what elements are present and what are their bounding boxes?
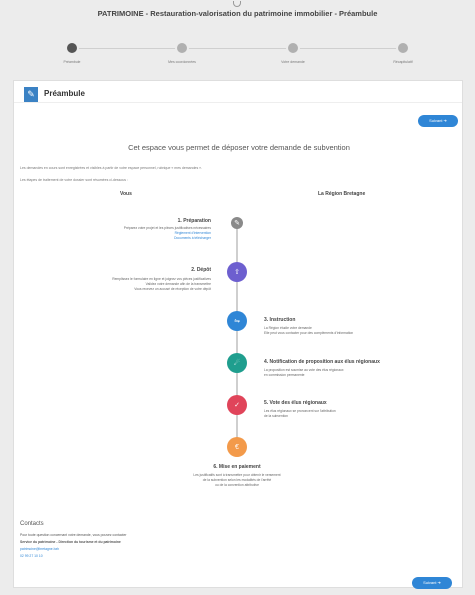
timeline-step-title: 4. Notification de proposition aux élus … [264,359,380,365]
contacts-service: Service du patrimoine - Direction du tou… [20,540,121,544]
contacts-email-link[interactable]: patrimoine@bretagne.bzh [20,547,59,551]
column-applicant: Vous [120,191,132,197]
page-top-marker [233,1,241,7]
vote-icon: ✓ [227,395,247,415]
step-dot [175,41,189,55]
step-label: Mes coordonnées [168,60,196,64]
timeline-step-title: 5. Vote des élus régionaux [264,400,327,406]
timeline-step-line: Vous recevez un accusé de réception de v… [134,287,211,291]
next-button-label: Suivant [423,580,437,585]
step-dot [396,41,410,55]
contacts-line: Pour toute question concernant votre dem… [20,533,127,537]
step-demande[interactable]: Votre demande [238,41,348,64]
card-header: ✎ Préambule [14,81,462,103]
note-steps: Les étapes de traitement de votre dossie… [20,178,128,182]
next-button-bottom[interactable]: Suivant ➔ [412,577,452,589]
timeline-step-text: Les élus régionaux se prononcent sur l'a… [264,409,336,419]
timeline-step-title: 2. Dépôt [191,267,211,273]
edit-icon: ✎ [24,87,38,102]
documents-link[interactable]: Documents à télécharger [124,236,211,241]
step-label: Votre demande [281,60,305,64]
timeline-step-line: en commission permanente [264,373,305,377]
step-label: Préambule [63,60,81,64]
euro-icon: € [227,437,247,457]
contacts-title: Contacts [20,521,44,527]
timeline-step-title: 6. Mise en paiement [213,464,261,470]
share-icon: ⇋ [227,311,247,331]
timeline-step-text: Les justificatifs sont à transmettre pou… [14,473,460,488]
preamble-card: ✎ Préambule Suivant ➔ Cet espace vous pe… [13,80,463,589]
card-title: Préambule [44,89,85,98]
edit-icon: ✎ [231,217,243,229]
step-dot [286,41,300,55]
contacts-phone-link[interactable]: 02 99 27 10 10 [20,554,43,558]
timeline-step-text: Remplissez le formulaire en ligne et joi… [112,277,211,292]
timeline-line [236,221,238,455]
upload-icon: ⇧ [227,262,247,282]
timeline-step-line: ou de la convention attributive [215,483,259,487]
timeline-step-text: La Région étudie votre demande Elle peut… [264,326,353,336]
next-button-top[interactable]: Suivant ➔ [418,115,458,127]
stepper: Préambule Mes coordonnées Votre demande … [20,36,455,72]
step-label: Récapitulatif [393,60,413,64]
timeline-step-title: 1. Préparation [177,218,211,224]
step-dot [65,41,79,55]
step-coordonnees[interactable]: Mes coordonnées [127,41,237,64]
timeline-step-line: Elle peut vous contacter pour des complé… [264,331,354,335]
intro-text: Cet espace vous permet de déposer votre … [128,143,350,152]
step-preambule[interactable]: Préambule [17,41,127,64]
megaphone-icon: ☄ [227,353,247,373]
page-title: PATRIMOINE - Restauration-valorisation d… [97,9,378,18]
timeline-step-title: 3. Instruction [264,317,296,323]
step-recapitulatif[interactable]: Récapitulatif [348,41,458,64]
next-button-label: Suivant [429,118,443,123]
timeline-step-line: de la subvention [264,414,289,418]
timeline-step-text: La proposition est soumise au vote des é… [264,368,344,378]
timeline-step-text: Préparez votre projet et les pièces just… [124,226,211,241]
column-region: La Région Bretagne [318,191,366,197]
note-saved-requests: Les demandes en cours sont enregistrées … [20,166,203,170]
